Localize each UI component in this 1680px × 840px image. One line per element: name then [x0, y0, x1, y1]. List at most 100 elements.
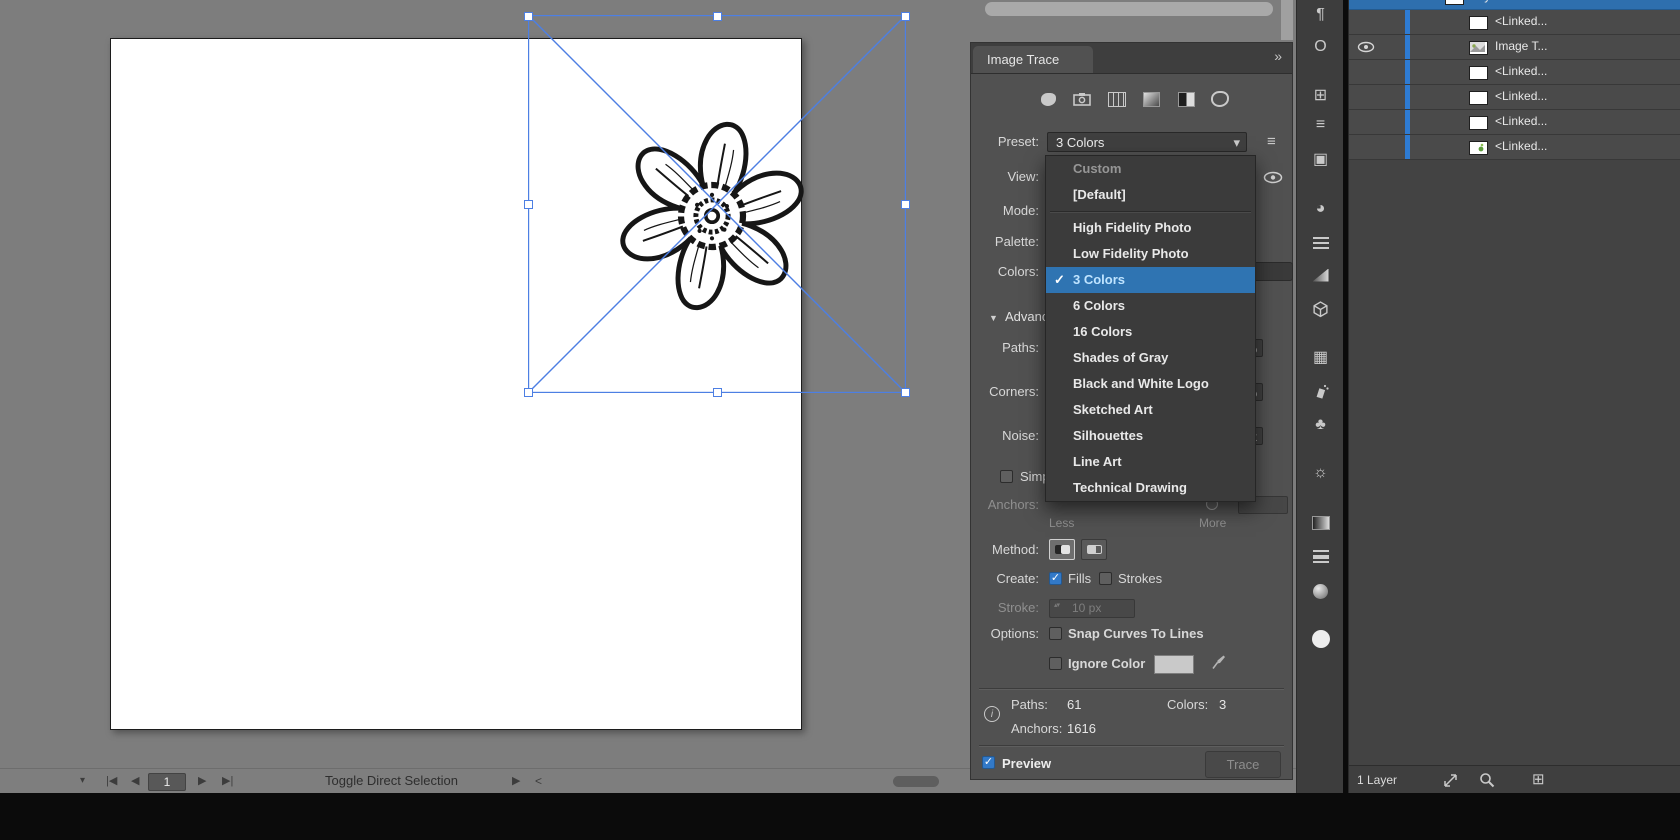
layer-row[interactable]: <Linked...	[1349, 85, 1680, 110]
status-play-icon[interactable]: ▶	[512, 772, 520, 790]
selection-handle[interactable]	[524, 388, 533, 397]
info-anchors-value: 1616	[1067, 720, 1096, 738]
fills-checkbox[interactable]: ✓	[1049, 572, 1062, 585]
selection-handle[interactable]	[713, 388, 722, 397]
stroke-panel-icon[interactable]	[1297, 543, 1344, 569]
next-artboard-button[interactable]: ▶	[198, 772, 206, 790]
brushes-panel-icon[interactable]: ☼	[1297, 460, 1344, 486]
divider	[979, 745, 1284, 747]
color-guide-panel-icon[interactable]	[1297, 230, 1344, 256]
swatches-panel-icon[interactable]: ▦	[1297, 344, 1344, 370]
snap-curves-label: Snap Curves To Lines	[1068, 625, 1204, 643]
align-panel-icon[interactable]: ≡	[1297, 112, 1344, 138]
layer-row[interactable]: <Linked...	[1349, 110, 1680, 135]
right-scrollbar-fragment[interactable]	[1281, 0, 1293, 40]
preset-option-shades-of-gray[interactable]: Shades of Gray	[1046, 345, 1255, 371]
selection-handle[interactable]	[901, 200, 910, 209]
selection-color-bar	[1405, 135, 1410, 159]
layer-row[interactable]: <Linked...	[1349, 135, 1680, 160]
selection-handle[interactable]	[901, 388, 910, 397]
grayscale-icon[interactable]	[1140, 89, 1162, 109]
layer-row-selected[interactable]: Layer 1	[1349, 0, 1680, 10]
top-scrollbar-fragment[interactable]	[985, 2, 1273, 16]
outline-icon[interactable]	[1209, 89, 1231, 109]
prev-artboard-button[interactable]: ◀	[131, 772, 139, 790]
preview-checkbox[interactable]: ✓	[982, 756, 995, 769]
panel-menu-icon[interactable]: ≡	[1267, 133, 1276, 151]
preset-option-sketched-art[interactable]: Sketched Art	[1046, 397, 1255, 423]
eyedropper-icon[interactable]	[1211, 654, 1226, 671]
preset-option-16-colors[interactable]: 16 Colors	[1046, 319, 1255, 345]
last-artboard-button[interactable]: ▶|	[222, 772, 233, 790]
method-overlapping-button[interactable]	[1081, 539, 1107, 560]
color-panel-icon[interactable]: ◕	[1297, 196, 1344, 222]
panel-collapse-icon[interactable]: »	[1274, 48, 1282, 64]
auto-color-icon[interactable]	[1037, 89, 1059, 109]
layer-row[interactable]: <Linked...	[1349, 60, 1680, 85]
tab-image-trace[interactable]: Image Trace	[973, 46, 1093, 73]
preset-option-default[interactable]: [Default]	[1046, 182, 1255, 208]
preset-menu: Custom [Default] High Fidelity Photo Low…	[1045, 155, 1256, 502]
advanced-triangle-icon[interactable]: ▼	[989, 309, 998, 327]
transform-panel-icon[interactable]: ▣	[1297, 146, 1344, 172]
anchors-label: Anchors:	[971, 496, 1039, 514]
preset-dropdown[interactable]: 3 Colors ▾	[1047, 132, 1247, 152]
high-color-icon[interactable]	[1071, 89, 1093, 109]
artboards-panel-icon[interactable]: ⊞	[1297, 82, 1344, 108]
symbols-panel-icon[interactable]: ♣	[1297, 412, 1344, 438]
low-color-icon[interactable]	[1106, 89, 1128, 109]
black-white-icon[interactable]	[1175, 89, 1197, 109]
selection-handle[interactable]	[524, 200, 533, 209]
layer-thumbnail[interactable]	[1469, 116, 1488, 130]
view-eye-icon[interactable]	[1263, 171, 1283, 184]
selection-handle[interactable]	[901, 12, 910, 21]
mode-label: Mode:	[971, 202, 1039, 220]
3d-panel-icon[interactable]	[1297, 296, 1344, 322]
gradient-panel-icon[interactable]	[1297, 262, 1344, 288]
symbol-sprayer-panel-icon[interactable]	[1297, 378, 1344, 404]
layer-row[interactable]: <Linked...	[1349, 10, 1680, 35]
create-label: Create:	[971, 570, 1039, 588]
appearance-panel-icon[interactable]	[1297, 626, 1344, 652]
method-abutting-button[interactable]	[1049, 539, 1075, 560]
selection-handle[interactable]	[713, 12, 722, 21]
trace-button[interactable]: Trace	[1205, 751, 1281, 778]
navigator-panel-icon[interactable]	[1297, 578, 1344, 604]
zoom-caret-icon[interactable]: ▾	[80, 772, 85, 790]
layer-thumbnail[interactable]	[1469, 91, 1488, 105]
preset-option-line-art[interactable]: Line Art	[1046, 449, 1255, 475]
strokes-checkbox[interactable]	[1099, 572, 1112, 585]
layer-thumbnail[interactable]	[1469, 141, 1488, 155]
simplify-checkbox[interactable]	[1000, 470, 1013, 483]
info-colors-value: 3	[1219, 696, 1226, 714]
visibility-eye-icon[interactable]	[1357, 41, 1375, 53]
preset-option-6-colors[interactable]: 6 Colors	[1046, 293, 1255, 319]
preset-option-technical-drawing[interactable]: Technical Drawing	[1046, 475, 1255, 501]
preset-option-silhouettes[interactable]: Silhouettes	[1046, 423, 1255, 449]
preset-option-low-fidelity[interactable]: Low Fidelity Photo	[1046, 241, 1255, 267]
gradient-swatch-panel-icon[interactable]	[1297, 510, 1344, 536]
ignore-color-swatch[interactable]	[1154, 655, 1194, 674]
layer-row[interactable]: Image T...	[1349, 35, 1680, 60]
preset-option-black-white-logo[interactable]: Black and White Logo	[1046, 371, 1255, 397]
preset-label: Preset:	[971, 133, 1039, 151]
window-edge	[0, 793, 1680, 840]
horizontal-scrollbar-handle[interactable]	[893, 776, 939, 787]
new-layer-icon[interactable]: ⊞	[1532, 770, 1545, 788]
preset-option-3-colors[interactable]: ✓3 Colors	[1046, 267, 1255, 293]
layer-thumbnail[interactable]	[1469, 16, 1488, 30]
ignore-color-checkbox[interactable]	[1049, 657, 1062, 670]
preset-option-high-fidelity[interactable]: High Fidelity Photo	[1046, 215, 1255, 241]
layer-thumbnail[interactable]	[1469, 41, 1488, 55]
artboard-number-field[interactable]: 1	[148, 773, 186, 791]
first-artboard-button[interactable]: |◀	[106, 772, 117, 790]
layer-thumbnail[interactable]	[1469, 66, 1488, 80]
locate-object-icon[interactable]	[1479, 772, 1495, 788]
status-back-icon[interactable]: <	[535, 772, 542, 790]
make-mask-icon[interactable]	[1443, 773, 1458, 788]
opentype-panel-icon[interactable]: O	[1297, 34, 1344, 60]
colors-slider-fragment[interactable]	[1252, 262, 1293, 281]
paragraph-panel-icon[interactable]: ¶	[1297, 2, 1344, 28]
selection-handle[interactable]	[524, 12, 533, 21]
snap-curves-checkbox[interactable]	[1049, 627, 1062, 640]
